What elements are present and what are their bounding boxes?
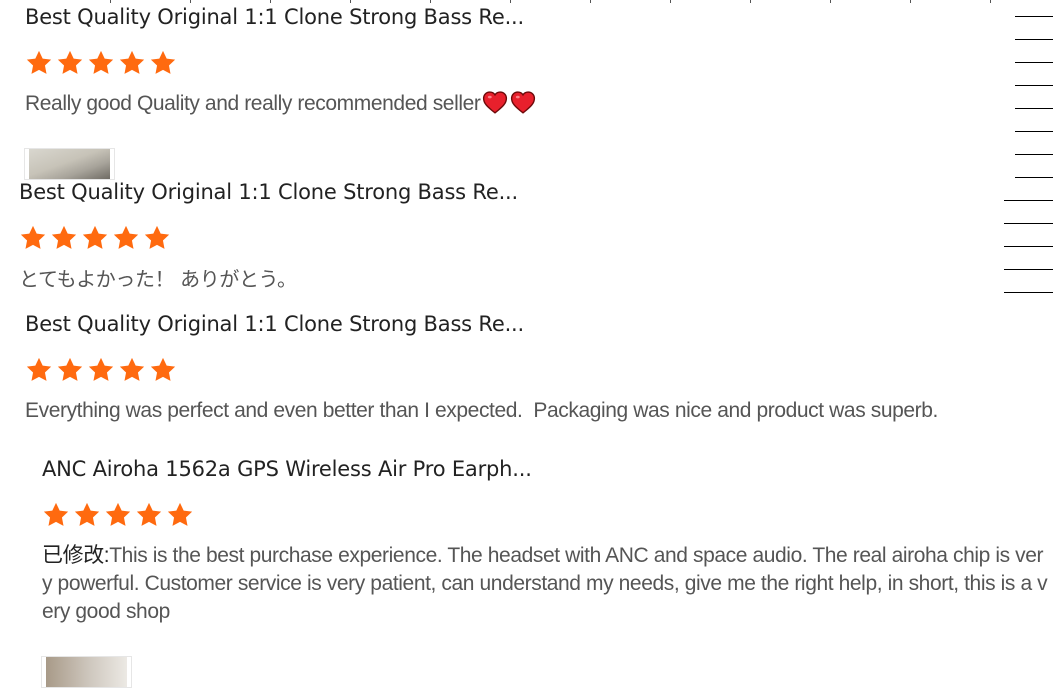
review-text: Really good Quality and really recommend… [25, 90, 1035, 118]
edge-rule [1004, 292, 1053, 293]
review-text: とてもよかった！ ありがとう。 [19, 265, 1029, 293]
edge-rule [1015, 62, 1053, 63]
edited-label: 已修改: [42, 544, 110, 567]
star-icon [118, 356, 146, 384]
edge-tick [110, 0, 111, 3]
edge-rule [1015, 177, 1053, 178]
star-icon [87, 49, 115, 77]
edge-tick [910, 0, 911, 3]
star-icon [50, 224, 78, 252]
review-card: Best Quality Original 1:1 Clone Strong B… [25, 311, 1035, 425]
review-card: Best Quality Original 1:1 Clone Strong B… [25, 4, 1035, 118]
star-rating [42, 501, 1050, 529]
edge-tick [430, 0, 431, 3]
star-icon [87, 356, 115, 384]
star-icon [135, 501, 163, 529]
edge-tick [590, 0, 591, 3]
edge-tick [990, 0, 991, 3]
star-icon [112, 224, 140, 252]
edge-rule [1015, 154, 1053, 155]
edge-rule [1015, 39, 1053, 40]
review-photo-thumbnail[interactable] [41, 656, 132, 688]
star-icon [19, 224, 47, 252]
star-rating [25, 356, 1035, 384]
edge-tick [350, 0, 351, 3]
star-icon [42, 501, 70, 529]
star-rating [25, 49, 1035, 77]
star-icon [73, 501, 101, 529]
product-title[interactable]: Best Quality Original 1:1 Clone Strong B… [25, 311, 1035, 337]
product-title[interactable]: Best Quality Original 1:1 Clone Strong B… [19, 179, 1029, 205]
review-photo-thumbnail[interactable] [24, 148, 115, 180]
review-body: Really good Quality and really recommend… [25, 92, 481, 115]
review-text: Everything was perfect and even better t… [25, 397, 1035, 425]
edge-tick [270, 0, 271, 3]
star-icon [166, 501, 194, 529]
review-body: This is the best purchase experience. Th… [42, 544, 1048, 623]
star-icon [104, 501, 132, 529]
edge-rule [1015, 131, 1053, 132]
edge-rule [1004, 269, 1053, 270]
product-title[interactable]: Best Quality Original 1:1 Clone Strong B… [25, 4, 1035, 30]
edge-tick [750, 0, 751, 3]
star-icon [149, 356, 177, 384]
star-icon [143, 224, 171, 252]
star-rating [19, 224, 1029, 252]
review-body: とてもよかった！ ありがとう。 [19, 267, 297, 291]
heart-emoji [510, 90, 536, 114]
edge-tick [830, 0, 831, 3]
edge-tick [190, 0, 191, 3]
star-icon [149, 49, 177, 77]
edge-rule [1004, 200, 1053, 201]
edge-rule [1015, 85, 1053, 86]
review-text: 已修改:This is the best purchase experience… [42, 542, 1050, 626]
star-icon [56, 356, 84, 384]
edge-tick [510, 0, 511, 3]
thumbnail-image [29, 149, 110, 179]
edge-rule [1004, 223, 1053, 224]
edge-rule [1004, 246, 1053, 247]
star-icon [81, 224, 109, 252]
edge-tick [670, 0, 671, 3]
heart-emoji [482, 90, 508, 114]
edge-rule [1015, 16, 1053, 17]
edge-rule [1015, 108, 1053, 109]
star-icon [25, 49, 53, 77]
thumbnail-image [46, 657, 127, 687]
star-icon [56, 49, 84, 77]
review-card: Best Quality Original 1:1 Clone Strong B… [19, 179, 1029, 293]
star-icon [118, 49, 146, 77]
review-card: ANC Airoha 1562a GPS Wireless Air Pro Ea… [42, 456, 1050, 626]
review-body: Everything was perfect and even better t… [25, 399, 938, 422]
product-title[interactable]: ANC Airoha 1562a GPS Wireless Air Pro Ea… [42, 456, 1050, 482]
star-icon [25, 356, 53, 384]
